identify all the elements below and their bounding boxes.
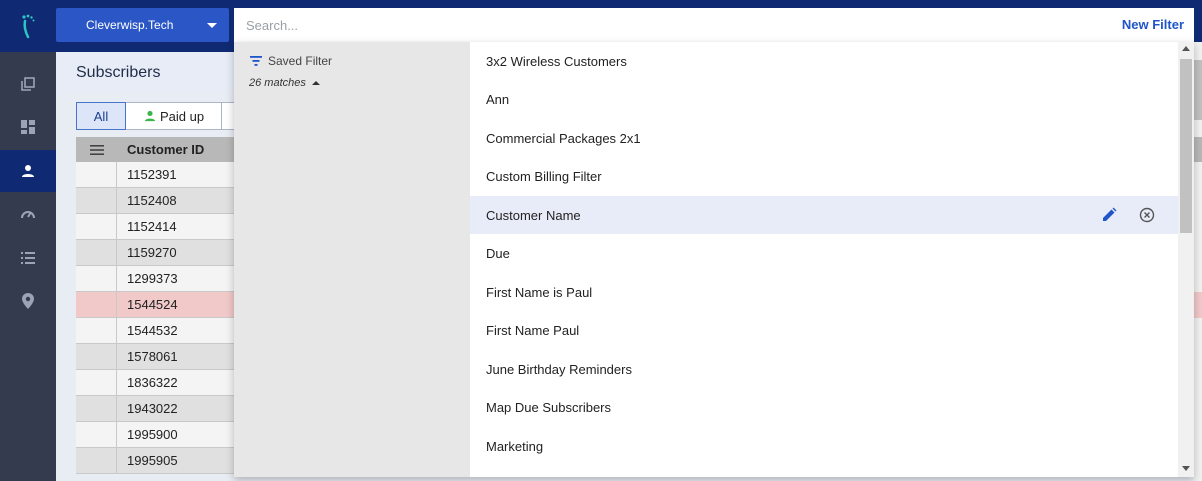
sidebar-item-list[interactable] bbox=[0, 237, 56, 279]
chevron-up-icon bbox=[311, 81, 320, 85]
sidebar-item-speed[interactable] bbox=[0, 193, 56, 235]
customer-id-cell: 1995905 bbox=[127, 453, 178, 468]
person-icon bbox=[22, 165, 34, 177]
page-scroll-thumb[interactable] bbox=[1194, 60, 1202, 120]
table-row[interactable]: 1544524 bbox=[76, 292, 236, 318]
table-row[interactable]: 1836322 bbox=[76, 370, 236, 396]
app-root: Cleverwisp.Tech New Filter Subscribers bbox=[0, 0, 1202, 481]
table-row[interactable]: 1152408 bbox=[76, 188, 236, 214]
page-scrollbar[interactable] bbox=[1194, 42, 1202, 481]
table-row[interactable]: 1578061 bbox=[76, 344, 236, 370]
saved-filter-list: 3x2 Wireless Customers Ann Commercial Pa… bbox=[470, 42, 1178, 477]
flag-row-edge bbox=[1194, 292, 1202, 318]
list-item-label: Commercial Packages 2x1 bbox=[486, 130, 641, 146]
list-item-label: Map Due Subscribers bbox=[486, 399, 611, 415]
scroll-thumb[interactable] bbox=[1180, 59, 1192, 233]
table-row[interactable]: 1544532 bbox=[76, 318, 236, 344]
row-actions bbox=[1080, 206, 1156, 224]
customer-id-cell: 1943022 bbox=[127, 401, 178, 416]
list-item[interactable]: 3x2 Wireless Customers bbox=[470, 42, 1178, 80]
sidebar-item-dashboard[interactable] bbox=[0, 106, 56, 148]
subscribers-grid: Customer ID 1152391 1152408 1152414 1159… bbox=[76, 137, 236, 474]
customer-id-cell: 1152391 bbox=[127, 167, 177, 182]
scroll-down-arrow-icon[interactable] bbox=[1182, 466, 1190, 471]
list-item-label: First Name is Paul bbox=[486, 284, 593, 300]
saved-filter-heading[interactable]: Saved Filter bbox=[250, 54, 332, 68]
customer-id-cell: 1152408 bbox=[127, 193, 177, 208]
list-item[interactable]: Marketing bbox=[470, 427, 1178, 465]
sidebar-item-subscribers[interactable] bbox=[0, 150, 56, 192]
chip-all[interactable]: All bbox=[76, 102, 126, 130]
filter-chips: All Paid up bbox=[76, 102, 236, 130]
saved-filters-dropdown: Saved Filter 26 matches 3x2 Wireless Cus… bbox=[234, 42, 1194, 477]
matches-toggle[interactable]: 26 matches bbox=[249, 77, 320, 89]
copy-icon bbox=[21, 77, 35, 91]
organization-select[interactable]: Cleverwisp.Tech bbox=[56, 8, 229, 42]
table-row[interactable]: 1943022 bbox=[76, 396, 236, 422]
scroll-up-arrow-icon[interactable] bbox=[1182, 46, 1190, 51]
sidebar-item-map[interactable] bbox=[0, 280, 56, 322]
grid-header: Customer ID bbox=[76, 137, 236, 162]
customer-id-cell: 1159270 bbox=[127, 245, 177, 260]
search-input[interactable] bbox=[234, 10, 1054, 40]
filter-icon bbox=[250, 56, 262, 66]
customer-id-cell: 1836322 bbox=[127, 375, 178, 390]
table-row[interactable]: 1152391 bbox=[76, 162, 236, 188]
customer-id-cell: 1578061 bbox=[127, 349, 178, 364]
list-item-label: Custom Billing Filter bbox=[486, 168, 602, 184]
customer-id-cell: 1152414 bbox=[127, 219, 177, 234]
sidebar-item-copy[interactable] bbox=[0, 63, 56, 105]
dropdown-scrollbar[interactable] bbox=[1178, 42, 1194, 477]
list-icon bbox=[21, 252, 35, 264]
search-bar: New Filter bbox=[234, 8, 1194, 42]
list-item[interactable]: First Name Paul bbox=[470, 311, 1178, 349]
saved-filter-label: Saved Filter bbox=[268, 54, 333, 68]
list-item[interactable]: Customer Name bbox=[470, 196, 1178, 234]
list-item-label: First Name Paul bbox=[486, 322, 580, 338]
location-pin-icon bbox=[22, 293, 34, 309]
list-item-label: Marketing bbox=[486, 438, 544, 454]
person-icon bbox=[144, 110, 156, 122]
sidebar-nav bbox=[0, 52, 56, 481]
table-row[interactable]: 1995905 bbox=[76, 448, 236, 474]
edit-icon[interactable] bbox=[1100, 206, 1118, 224]
dashboard-icon bbox=[21, 120, 35, 134]
organization-name: Cleverwisp.Tech bbox=[86, 18, 174, 32]
list-item-label: June Birthday Reminders bbox=[486, 361, 632, 377]
table-row[interactable]: 1152414 bbox=[76, 214, 236, 240]
customer-id-cell: 1544532 bbox=[127, 323, 178, 338]
list-item[interactable]: Map Due Subscribers bbox=[470, 388, 1178, 426]
list-item-label: 3x2 Wireless Customers bbox=[486, 53, 627, 69]
customer-id-cell: 1995900 bbox=[127, 427, 178, 442]
list-item[interactable]: Ann bbox=[470, 80, 1178, 118]
list-item-label: Due bbox=[486, 245, 510, 261]
speed-icon bbox=[21, 211, 35, 219]
new-filter-link[interactable]: New Filter bbox=[1122, 17, 1184, 32]
filter-panel: Saved Filter 26 matches bbox=[234, 42, 470, 477]
chevron-down-icon bbox=[207, 23, 217, 28]
list-item[interactable]: Due bbox=[470, 234, 1178, 272]
customer-id-cell: 1544524 bbox=[127, 297, 178, 312]
chip-paid-up[interactable]: Paid up bbox=[126, 102, 222, 130]
customer-id-cell: 1299373 bbox=[127, 271, 178, 286]
page-title: Subscribers bbox=[76, 64, 161, 81]
table-row[interactable]: 1995900 bbox=[76, 422, 236, 448]
list-item-label: Ann bbox=[486, 91, 510, 107]
list-item[interactable]: First Name is Paul bbox=[470, 273, 1178, 311]
list-item[interactable]: Commercial Packages 2x1 bbox=[470, 119, 1178, 157]
chip-paid-up-label: Paid up bbox=[160, 108, 205, 124]
app-logo-icon[interactable] bbox=[0, 0, 56, 52]
list-item[interactable]: June Birthday Reminders bbox=[470, 350, 1178, 388]
column-header-customer-id[interactable]: Customer ID bbox=[117, 142, 204, 157]
chip-all-label: All bbox=[93, 108, 109, 124]
grid-header-edge bbox=[1194, 137, 1202, 162]
delete-circle-icon[interactable] bbox=[1138, 206, 1156, 224]
table-row[interactable]: 1299373 bbox=[76, 266, 236, 292]
list-item[interactable]: Custom Billing Filter bbox=[470, 157, 1178, 195]
list-item-label: Customer Name bbox=[486, 207, 581, 223]
column-menu-icon[interactable] bbox=[76, 144, 117, 156]
matches-count: 26 matches bbox=[249, 77, 306, 89]
table-row[interactable]: 1159270 bbox=[76, 240, 236, 266]
